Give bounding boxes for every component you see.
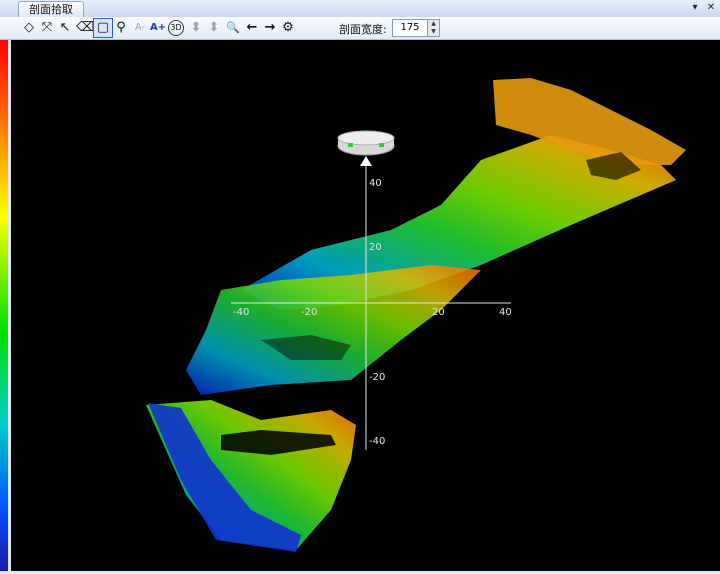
gear-icon[interactable]: ⚙ (279, 19, 297, 37)
x-tick-label: -20 (301, 307, 317, 318)
y-tick-label: -20 (369, 372, 385, 383)
fit-extent-tool-icon[interactable]: ⤧ (38, 19, 56, 37)
eraser-icon[interactable]: ⌫ (76, 19, 94, 37)
arrow-right-icon[interactable]: → (261, 19, 279, 37)
color-scale-bar (0, 40, 8, 571)
profile-width-value[interactable]: 175 (395, 20, 425, 36)
dropdown-icon[interactable]: ▾ (688, 1, 702, 15)
3d-point-cloud-view[interactable]: -40 -20 20 40 40 20 -20 -40 (11, 40, 720, 571)
magnifier-icon[interactable]: 🔍 (224, 19, 242, 37)
x-tick-label: -40 (233, 307, 249, 318)
font-increase-icon[interactable]: A+ (149, 19, 167, 37)
fit-height-icon[interactable]: ⬍ (187, 19, 205, 37)
tab-profile-pick[interactable]: 剖面拾取 (18, 1, 84, 18)
profile-width-spinner[interactable]: 175 ▲ ▼ (392, 19, 440, 37)
toolbar: ◇ ⤧ ↖ ⌫ ▢ ⚲ A- A+ 3D ⬍ ⬍ 🔍 ← → ⚙ 剖面宽度: 1… (0, 17, 720, 40)
select-pointer-icon[interactable]: ↖ (56, 19, 74, 37)
rotate-tool-icon[interactable]: ◇ (20, 19, 38, 37)
cloud-middle-band (186, 265, 481, 395)
spin-up-icon[interactable]: ▲ (427, 20, 439, 28)
fit-height-alt-icon[interactable]: ⬍ (205, 19, 223, 37)
close-icon[interactable]: ✕ (704, 1, 718, 15)
window-titlebar: 剖面拾取 ▾ ✕ (0, 0, 720, 18)
font-decrease-icon[interactable]: A- (131, 19, 149, 37)
spin-down-icon[interactable]: ▼ (427, 28, 439, 36)
x-tick-label: 20 (432, 307, 445, 318)
orientation-marker-icon[interactable] (337, 130, 395, 166)
profile-width-label: 剖面宽度: (339, 23, 387, 36)
y-tick-label: 40 (369, 178, 382, 189)
x-tick-label: 40 (499, 307, 512, 318)
lasso-zoom-icon[interactable]: ⚲ (112, 19, 130, 37)
y-tick-label: 20 (369, 242, 382, 253)
point-cloud-surface (146, 78, 686, 552)
point-cloud-svg[interactable]: -40 -20 20 40 40 20 -20 -40 (11, 40, 720, 571)
arrow-left-icon[interactable]: ← (243, 19, 261, 37)
y-tick-label: -40 (369, 436, 385, 447)
view-3d-icon[interactable]: 3D (168, 20, 184, 36)
rect-select-icon[interactable]: ▢ (93, 18, 113, 38)
